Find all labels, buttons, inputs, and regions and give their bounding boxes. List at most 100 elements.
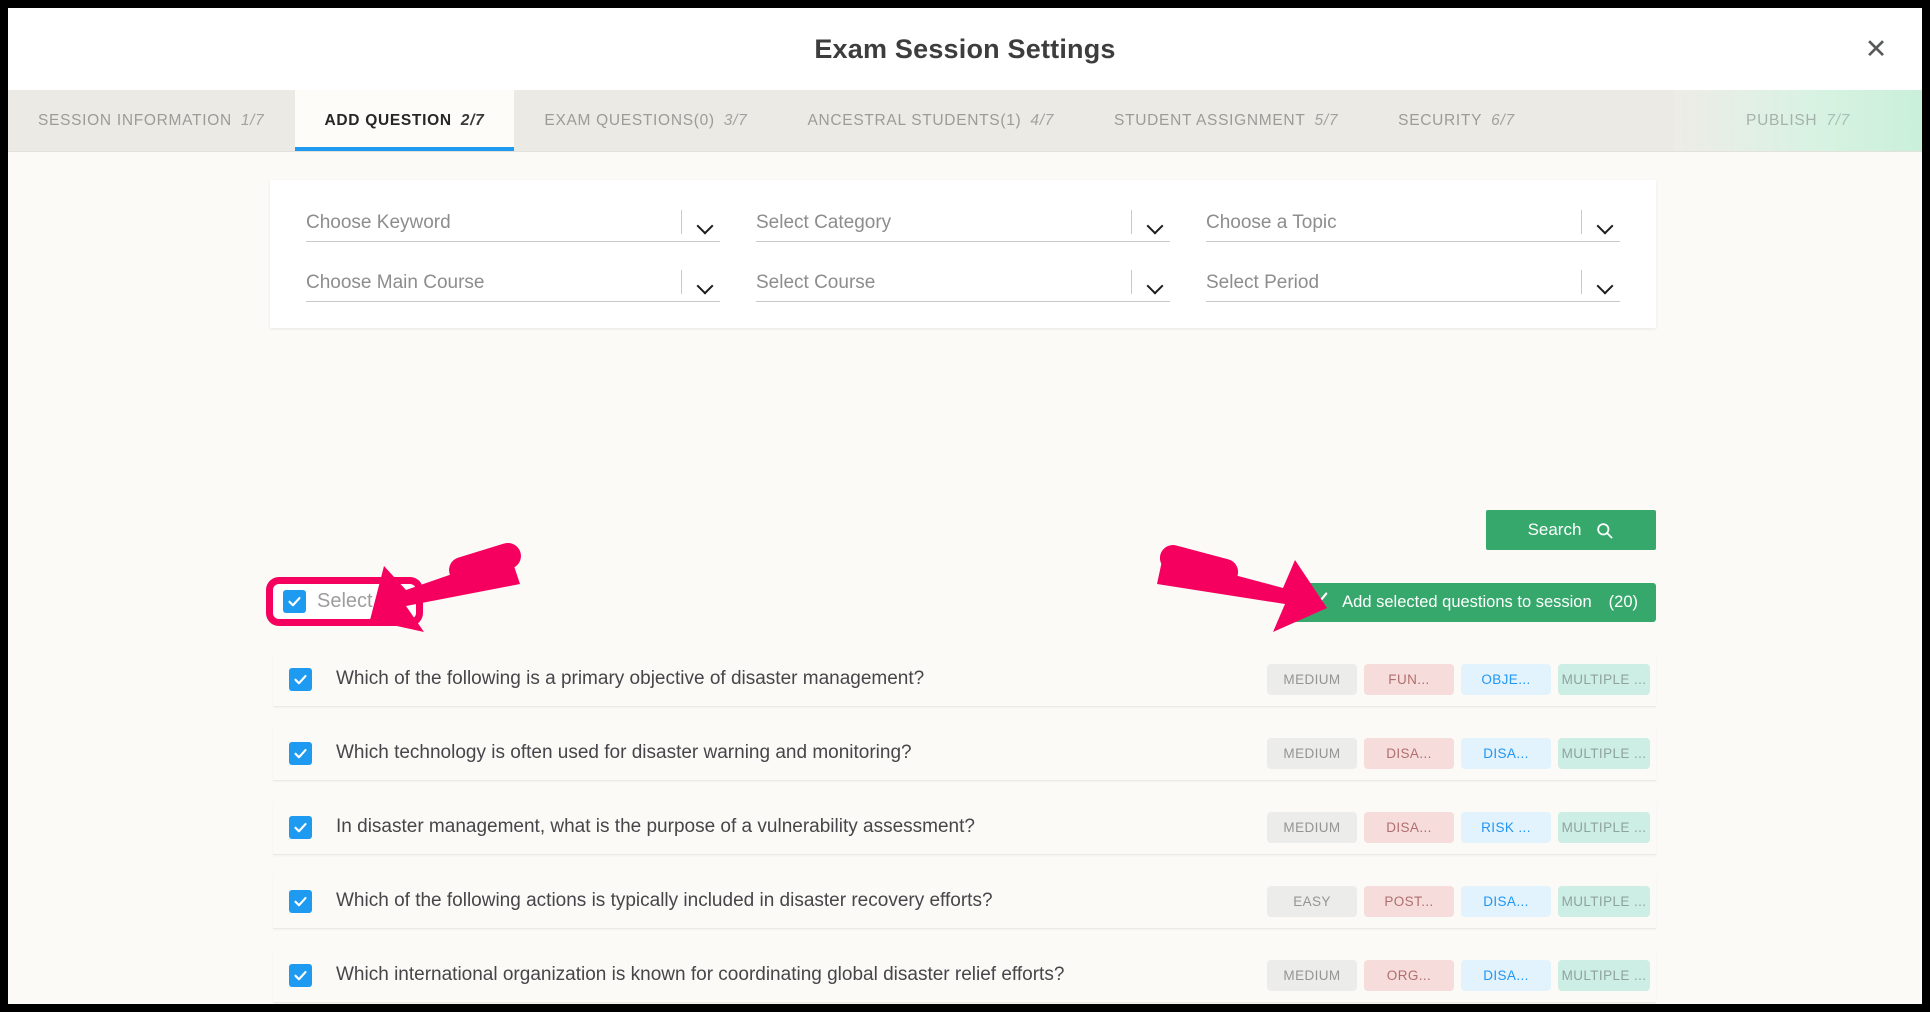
tab-session-information[interactable]: SESSION INFORMATION 1/7	[8, 90, 295, 151]
tab-step: 3/7	[723, 111, 748, 129]
select-period-select[interactable]: Select Period	[1206, 270, 1620, 302]
tag-question-type[interactable]: MULTIPLE ...	[1558, 737, 1650, 769]
tag-topic[interactable]: DISA...	[1364, 811, 1454, 843]
question-checkbox[interactable]	[289, 889, 312, 913]
select-period-label: Select Period	[1206, 272, 1320, 293]
table-row[interactable]: Which international organization is know…	[273, 948, 1656, 1003]
tag-topic[interactable]: FUN...	[1364, 663, 1454, 695]
tag-question-type[interactable]: MULTIPLE ...	[1558, 959, 1650, 991]
tab-security[interactable]: SECURITY 6/7	[1368, 90, 1545, 151]
filter-row-1: Choose Keyword Select Category Choose a …	[288, 210, 1638, 242]
chevron-down-icon	[698, 278, 714, 294]
question-list: Which of the following is a primary obje…	[273, 652, 1656, 1004]
tag-question-type[interactable]: MULTIPLE ...	[1558, 663, 1650, 695]
tag-subtopic[interactable]: DISA...	[1461, 959, 1551, 991]
question-tags: MEDIUM DISA... RISK ... MULTIPLE ...	[1267, 811, 1650, 843]
check-icon	[1307, 589, 1329, 616]
wizard-tab-bar: SESSION INFORMATION 1/7 ADD QUESTION 2/7…	[8, 90, 1922, 152]
add-selected-questions-button[interactable]: Add selected questions to session (20)	[1289, 583, 1656, 622]
divider	[1581, 210, 1582, 234]
question-text: In disaster management, what is the purp…	[336, 816, 975, 837]
question-checkbox[interactable]	[289, 667, 312, 691]
tag-subtopic[interactable]: OBJE...	[1461, 663, 1551, 695]
question-tags: MEDIUM DISA... DISA... MULTIPLE ...	[1267, 737, 1650, 769]
divider	[1581, 270, 1582, 294]
choose-main-course-select[interactable]: Choose Main Course	[306, 270, 720, 302]
tab-label: ADD QUESTION	[324, 111, 452, 129]
tab-label: EXAM QUESTIONS(0)	[544, 111, 715, 129]
select-category-select[interactable]: Select Category	[756, 210, 1170, 242]
search-icon	[1595, 521, 1614, 540]
question-text: Which of the following actions is typica…	[336, 890, 993, 911]
divider	[681, 270, 682, 294]
tab-add-question[interactable]: ADD QUESTION 2/7	[294, 90, 515, 151]
tag-subtopic[interactable]: RISK ...	[1461, 811, 1551, 843]
select-all-control[interactable]: Select all	[273, 584, 417, 619]
tab-step: 7/7	[1826, 111, 1850, 129]
table-row[interactable]: Which of the following actions is typica…	[273, 874, 1656, 929]
tab-label: PUBLISH	[1746, 111, 1818, 129]
tab-exam-questions[interactable]: EXAM QUESTIONS(0) 3/7	[514, 90, 777, 151]
tag-question-type[interactable]: MULTIPLE ...	[1558, 885, 1650, 917]
choose-keyword-label: Choose Keyword	[306, 212, 451, 233]
tag-difficulty[interactable]: MEDIUM	[1267, 959, 1357, 991]
tag-difficulty[interactable]: MEDIUM	[1267, 737, 1357, 769]
exam-session-settings-modal: Exam Session Settings ✕ SESSION INFORMAT…	[8, 8, 1922, 1004]
tab-ancestral-students[interactable]: ANCESTRAL STUDENTS(1) 4/7	[777, 90, 1084, 151]
choose-topic-select[interactable]: Choose a Topic	[1206, 210, 1620, 242]
choose-main-course-label: Choose Main Course	[306, 272, 485, 293]
tab-step: 1/7	[240, 111, 265, 129]
search-button[interactable]: Search	[1486, 510, 1656, 550]
select-course-select[interactable]: Select Course	[756, 270, 1170, 302]
chevron-down-icon	[1598, 218, 1614, 234]
question-text: Which of the following is a primary obje…	[336, 668, 925, 689]
tab-label: ANCESTRAL STUDENTS(1)	[807, 111, 1022, 129]
question-checkbox[interactable]	[289, 963, 312, 987]
add-button-count: (20)	[1608, 593, 1638, 611]
tab-publish[interactable]: PUBLISH 7/7	[1674, 90, 1922, 151]
tag-question-type[interactable]: MULTIPLE ...	[1558, 811, 1650, 843]
tab-step: 5/7	[1314, 111, 1339, 129]
table-row[interactable]: Which technology is often used for disas…	[273, 726, 1656, 781]
tab-student-assignment[interactable]: STUDENT ASSIGNMENT 5/7	[1084, 90, 1368, 151]
tab-label: SESSION INFORMATION	[38, 111, 232, 129]
filter-card: Choose Keyword Select Category Choose a …	[270, 180, 1656, 328]
tab-step: 4/7	[1030, 111, 1055, 129]
tag-topic[interactable]: ORG...	[1364, 959, 1454, 991]
question-checkbox[interactable]	[289, 815, 312, 839]
chevron-down-icon	[1148, 278, 1164, 294]
table-row[interactable]: In disaster management, what is the purp…	[273, 800, 1656, 855]
select-all-checkbox[interactable]	[283, 590, 306, 613]
chevron-down-icon	[698, 218, 714, 234]
tag-difficulty[interactable]: MEDIUM	[1267, 811, 1357, 843]
tab-label: STUDENT ASSIGNMENT	[1114, 111, 1306, 129]
question-text: Which international organization is know…	[336, 964, 1065, 985]
choose-keyword-select[interactable]: Choose Keyword	[306, 210, 720, 242]
search-button-label: Search	[1527, 520, 1582, 539]
divider	[1131, 210, 1132, 234]
table-row[interactable]: Which of the following is a primary obje…	[273, 652, 1656, 707]
question-checkbox[interactable]	[289, 741, 312, 765]
divider	[681, 210, 682, 234]
tag-subtopic[interactable]: DISA...	[1461, 737, 1551, 769]
filter-row-2: Choose Main Course Select Course Select …	[288, 270, 1638, 302]
question-tags: MEDIUM FUN... OBJE... MULTIPLE ...	[1267, 663, 1650, 695]
tag-topic[interactable]: DISA...	[1364, 737, 1454, 769]
question-tags: MEDIUM ORG... DISA... MULTIPLE ...	[1267, 959, 1650, 991]
tag-difficulty[interactable]: EASY	[1267, 885, 1357, 917]
chevron-down-icon	[1148, 218, 1164, 234]
tab-label: SECURITY	[1398, 111, 1483, 129]
tag-difficulty[interactable]: MEDIUM	[1267, 663, 1357, 695]
select-all-label: Select all	[317, 590, 399, 612]
tab-step: 6/7	[1491, 111, 1515, 129]
question-tags: EASY POST... DISA... MULTIPLE ...	[1267, 885, 1650, 917]
close-icon[interactable]: ✕	[1856, 29, 1896, 69]
question-text: Which technology is often used for disas…	[336, 742, 912, 763]
select-course-label: Select Course	[756, 272, 876, 293]
page-title: Exam Session Settings	[814, 33, 1116, 64]
choose-topic-label: Choose a Topic	[1206, 212, 1337, 233]
tag-subtopic[interactable]: DISA...	[1461, 885, 1551, 917]
add-button-label: Add selected questions to session	[1342, 593, 1592, 611]
modal-header: Exam Session Settings ✕	[8, 8, 1922, 90]
tag-topic[interactable]: POST...	[1364, 885, 1454, 917]
